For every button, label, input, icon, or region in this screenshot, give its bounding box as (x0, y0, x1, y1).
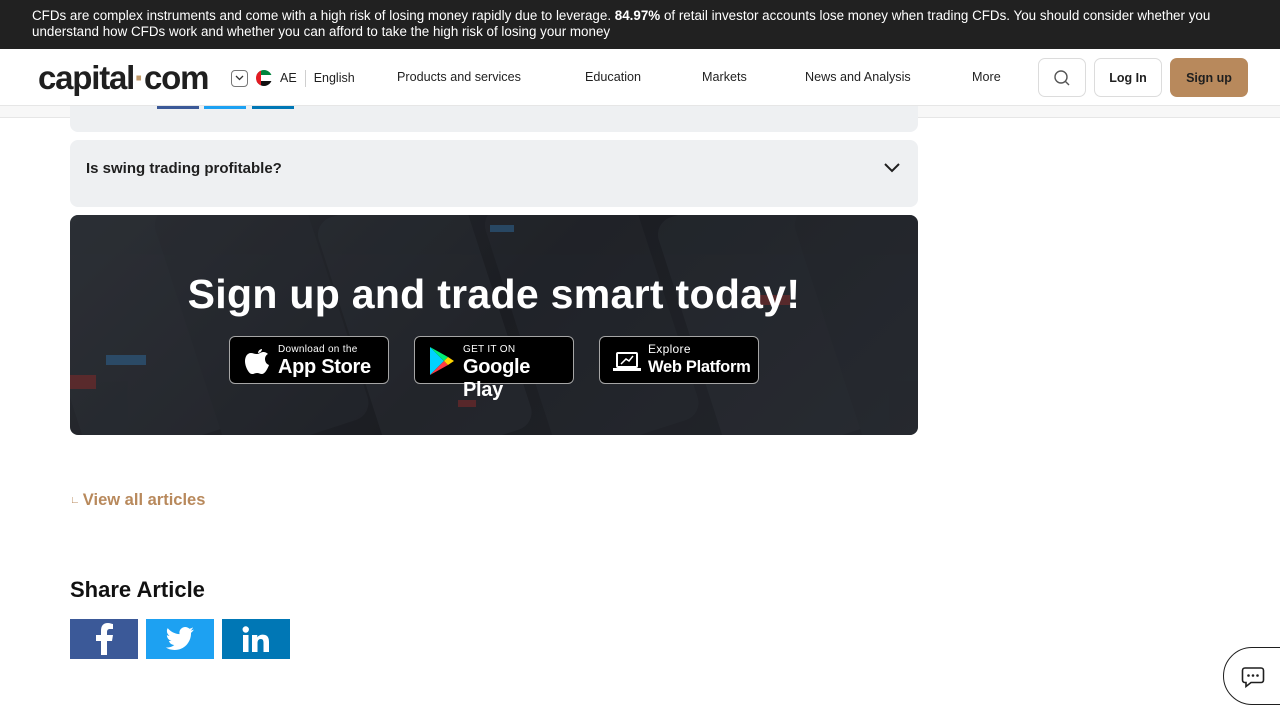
nav-markets[interactable]: Markets (702, 70, 747, 84)
arrow-icon: ∟ (70, 495, 80, 506)
mini-twitter-share[interactable] (204, 106, 246, 109)
signup-promo-banner: Sign up and trade smart today! Download … (70, 215, 918, 435)
linkedin-share-button[interactable] (222, 619, 290, 659)
logo-text-com: com (143, 59, 209, 96)
site-header: capital·com AE English Products and serv… (0, 49, 1280, 106)
app-store-big-text: App Store (278, 356, 371, 378)
search-icon (1054, 69, 1070, 85)
view-all-articles-link[interactable]: ∟ View all articles (70, 491, 205, 510)
chevron-down-icon[interactable] (231, 69, 248, 87)
share-article-title: Share Article (70, 577, 205, 602)
view-all-label: View all articles (82, 491, 206, 509)
signup-button[interactable]: Sign up (1170, 58, 1248, 97)
google-play-big-text: Google Play (463, 356, 531, 401)
nav-products-and-services[interactable]: Products and services (397, 70, 521, 84)
chevron-down-icon[interactable] (882, 161, 902, 175)
faq-item[interactable]: Is swing trading profitable? (70, 140, 918, 207)
region-code: AE (280, 71, 297, 85)
phone-screens-background (70, 215, 918, 435)
region-language-selector[interactable]: AE English (231, 69, 355, 87)
capital-com-logo[interactable]: capital·com (38, 59, 209, 97)
uae-flag-icon (256, 70, 272, 86)
nav-education[interactable]: Education (585, 70, 641, 84)
google-play-icon (430, 347, 454, 375)
web-platform-big-text: Web Platform (648, 358, 751, 376)
risk-warning-banner: CFDs are complex instruments and come wi… (0, 0, 1280, 49)
logo-text-capital: capital (38, 59, 135, 96)
linkedin-icon (242, 626, 269, 652)
nav-news-and-analysis[interactable]: News and Analysis (805, 70, 911, 84)
mini-facebook-share[interactable] (157, 106, 199, 109)
app-store-button[interactable]: Download on the App Store (229, 336, 389, 384)
faq-question: Is swing trading profitable? (86, 160, 282, 177)
search-button[interactable] (1038, 58, 1086, 97)
facebook-icon (96, 623, 113, 655)
twitter-icon (165, 627, 194, 650)
apple-icon (245, 349, 269, 374)
risk-text-before: CFDs are complex instruments and come wi… (32, 8, 612, 23)
facebook-share-button[interactable] (70, 619, 138, 659)
login-button[interactable]: Log In (1094, 58, 1162, 97)
risk-percentage: 84.97% (614, 8, 661, 23)
logo-dot: · (134, 59, 145, 96)
app-store-small-text: Download on the (278, 344, 358, 355)
language-label: English (313, 71, 355, 85)
live-chat-button[interactable] (1223, 647, 1280, 705)
chat-bubble-icon (1241, 667, 1265, 689)
google-play-button[interactable]: GET IT ON Google Play (414, 336, 574, 401)
web-platform-small-text: Explore (648, 342, 691, 356)
previous-faq-item (70, 106, 918, 132)
web-platform-button[interactable]: Explore Web Platform (599, 336, 759, 384)
mini-linkedin-share[interactable] (252, 106, 294, 109)
nav-more[interactable]: More (972, 70, 1001, 84)
laptop-icon (613, 352, 641, 371)
divider (304, 69, 306, 87)
twitter-share-button[interactable] (146, 619, 214, 659)
google-play-small-text: GET IT ON (463, 344, 516, 355)
promo-title: Sign up and trade smart today! (187, 271, 801, 317)
